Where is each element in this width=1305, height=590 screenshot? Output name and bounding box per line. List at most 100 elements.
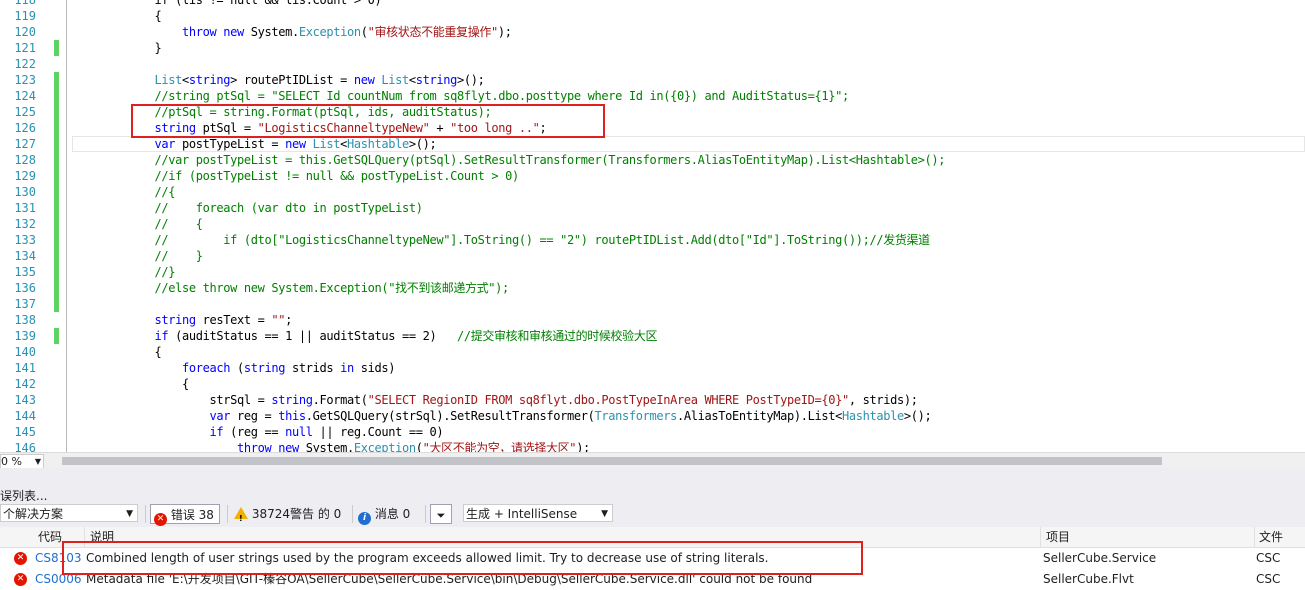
code-token: ; [285, 313, 292, 327]
chevron-down-icon: ▼ [126, 509, 133, 519]
code-token: string [243, 361, 286, 375]
code-line[interactable]: foreach (string strids in sids) [72, 360, 395, 376]
warning-icon: ! [234, 507, 248, 523]
line-number: 126 [14, 121, 36, 135]
code-line[interactable]: // { [72, 216, 203, 232]
code-line[interactable]: List<string> routePtIDList = new List<st… [72, 72, 485, 88]
code-line[interactable]: var reg = this.GetSQLQuery(strSql).SetRe… [72, 408, 932, 424]
code-token: "SELECT RegionID FROM sq8flyt.dbo.PostTy… [367, 393, 850, 407]
toolbar-separator [352, 505, 353, 523]
code-line[interactable]: //{ [72, 184, 176, 200]
code-line[interactable]: //else throw new System.Exception("找不到该邮… [72, 280, 510, 296]
column-header-project[interactable]: 项目 [1046, 529, 1070, 545]
line-number: 124 [14, 89, 36, 103]
code-line[interactable]: //string ptSql = "SELECT Id countNum fro… [72, 88, 850, 104]
code-token: resText = [195, 313, 272, 327]
code-line[interactable]: } [72, 40, 162, 56]
code-token: in [340, 361, 354, 375]
filter-toggle-button[interactable]: ⏷ [430, 504, 452, 524]
code-line[interactable]: string resText = ""; [72, 312, 293, 328]
code-token: new [353, 73, 375, 87]
code-line[interactable]: throw new System.Exception("大区不能为空，请选择大区… [72, 440, 590, 452]
change-indicator [54, 40, 59, 56]
line-number: 122 [14, 57, 36, 71]
code-token: , strids); [848, 393, 918, 407]
code-editor[interactable]: 118 119 120 121 122 123 124 125 126 127 128 129 130 1… [0, 0, 1305, 452]
code-line[interactable]: { [72, 8, 162, 24]
code-line[interactable]: // if (dto["LogisticsChanneltypeNew"].To… [72, 232, 931, 248]
code-token: ( [415, 441, 423, 452]
build-filter-value: 生成 + IntelliSense [466, 507, 578, 521]
column-header-file[interactable]: 文件 [1259, 529, 1283, 545]
chevron-down-icon: ▼ [34, 457, 41, 466]
code-token: System. [298, 441, 354, 452]
outline-guide [66, 0, 67, 452]
code-line[interactable]: if (lis != null && lis.Count > 0) [72, 0, 382, 8]
code-token: var [154, 137, 176, 151]
editor-horizontal-scrollbar[interactable]: 0 % ▼ [0, 452, 1305, 469]
change-indicator [54, 72, 59, 312]
scope-dropdown[interactable]: 个解决方案 ▼ [0, 504, 138, 522]
code-token: if [154, 329, 169, 343]
error-list-toolbar: 个解决方案 ▼ ✕ 错误 38 ! 38724警告 的 0 i 消息 0 ⏷ 生成… [0, 501, 1305, 527]
column-header-code[interactable]: 代码 [38, 529, 62, 545]
code-line[interactable]: var postTypeList = new List<Hashtable>()… [72, 136, 437, 152]
code-token: "" [271, 313, 286, 327]
column-divider[interactable] [1254, 527, 1255, 547]
code-line[interactable]: throw new System.Exception("审核状态不能重复操作")… [72, 24, 512, 40]
code-token: //var postTypeList = this.GetSQLQuery(pt… [154, 153, 946, 167]
error-project: SellerCube.Flvt [1043, 572, 1134, 586]
code-token: Transformers [594, 409, 677, 423]
warnings-filter-button[interactable]: ! 38724警告 的 0 [234, 504, 349, 524]
line-number: 123 [14, 73, 36, 87]
line-number-gutter: 118 119 120 121 122 123 124 125 126 127 128 129 130 1… [0, 0, 36, 452]
code-line[interactable]: strSql = string.Format("SELECT RegionID … [72, 392, 918, 408]
code-line[interactable]: { [72, 344, 162, 360]
line-number: 129 [14, 169, 36, 183]
code-token: Hashtable [347, 137, 409, 151]
line-number: 145 [14, 425, 36, 439]
line-number: 137 [14, 297, 36, 311]
code-line[interactable]: if (auditStatus == 1 || auditStatus == 2… [72, 328, 658, 344]
zoom-dropdown[interactable]: 0 % ▼ [0, 454, 44, 469]
code-line[interactable]: if (reg == null || reg.Count == 0) [72, 424, 444, 440]
scrollbar-thumb[interactable] [62, 457, 1162, 465]
scope-value: 个解决方案 [3, 507, 64, 521]
build-filter-dropdown[interactable]: 生成 + IntelliSense ▼ [463, 504, 613, 522]
code-token: // if (dto["LogisticsChanneltypeNew"].To… [154, 233, 931, 247]
error-file: CSC [1256, 572, 1281, 586]
messages-filter-button[interactable]: i 消息 0 [358, 504, 423, 525]
column-divider[interactable] [1040, 527, 1041, 547]
code-line[interactable]: // foreach (var dto in postTypeList) [72, 200, 423, 216]
errors-filter-button[interactable]: ✕ 错误 38 [150, 504, 220, 526]
line-number: 142 [14, 377, 36, 391]
line-number: 121 [14, 41, 36, 55]
line-number: 132 [14, 217, 36, 231]
code-token: ( [360, 25, 368, 39]
code-line[interactable]: //if (postTypeList != null && postTypeLi… [72, 168, 520, 184]
code-line[interactable]: // } [72, 248, 203, 264]
code-line[interactable]: //var postTypeList = this.GetSQLQuery(pt… [72, 152, 946, 168]
code-token: >(); [457, 73, 485, 87]
line-number: 119 [14, 9, 36, 23]
code-line[interactable]: { [72, 376, 189, 392]
code-line[interactable]: //} [72, 264, 176, 280]
code-token: ); [576, 441, 590, 452]
code-token: > routePtIDList = [230, 73, 354, 87]
code-token: } [154, 41, 162, 55]
error-icon: ✕ [154, 513, 167, 526]
code-token: string [188, 73, 231, 87]
code-token: { [182, 377, 189, 391]
